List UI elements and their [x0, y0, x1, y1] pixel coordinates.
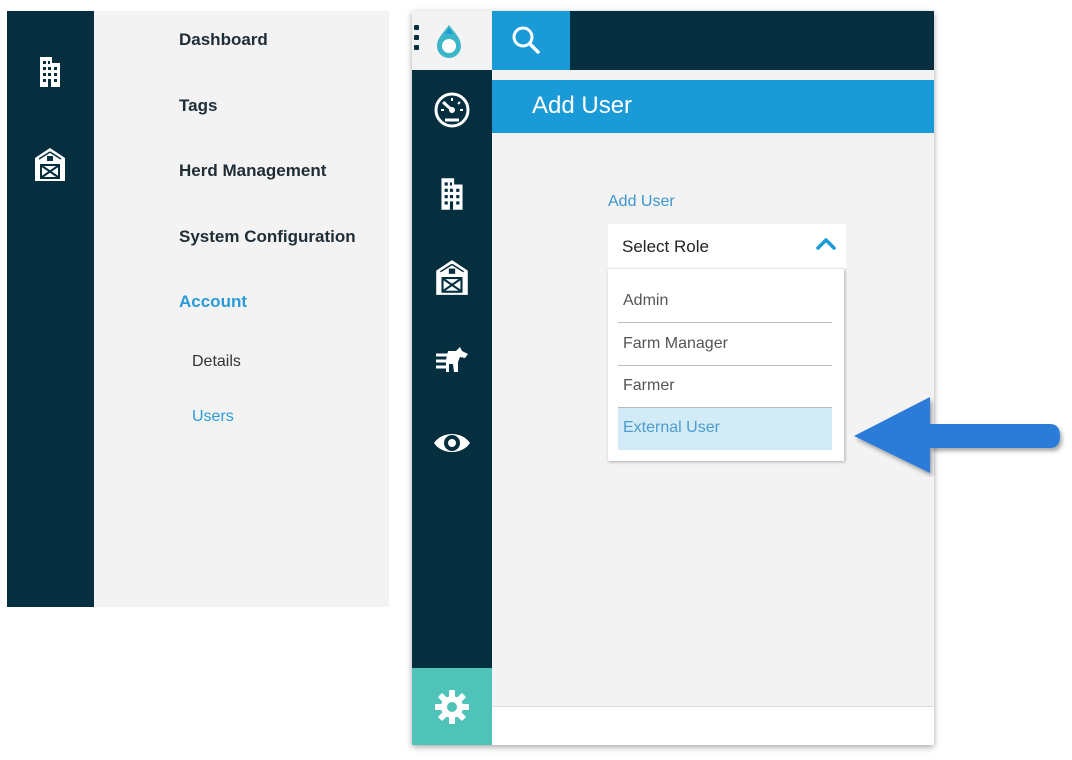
page-header: Add User	[492, 80, 934, 133]
role-option-label: Farmer	[623, 377, 675, 394]
building-icon[interactable]	[432, 174, 472, 214]
building-icon[interactable]	[31, 53, 69, 91]
nav-item-tags[interactable]: Tags	[179, 96, 217, 116]
role-option-label: Farm Manager	[623, 335, 728, 352]
search-button[interactable]	[492, 11, 570, 70]
side-rail	[412, 70, 492, 745]
nav-item-herd-management[interactable]: Herd Management	[179, 161, 326, 181]
add-user-form-label: Add User	[608, 193, 675, 210]
left-rail	[7, 11, 94, 607]
callout-arrow-icon	[854, 397, 1060, 473]
menu-dots-icon[interactable]	[414, 25, 420, 55]
role-option-farm-manager[interactable]: Farm Manager	[618, 324, 832, 366]
role-option-farmer[interactable]: Farmer	[618, 366, 832, 408]
search-icon	[512, 26, 540, 54]
settings-button[interactable]	[412, 668, 492, 745]
nav-item-account[interactable]: Account	[179, 292, 247, 312]
logo-area	[412, 11, 492, 70]
barn-icon[interactable]	[31, 145, 69, 183]
dashboard-gauge-icon[interactable]	[432, 90, 472, 130]
water-drop-logo-icon[interactable]	[432, 23, 466, 59]
role-option-admin[interactable]: Admin	[618, 281, 832, 323]
nav-sub-item-users[interactable]: Users	[192, 408, 234, 426]
role-options-list: Admin Farm Manager Farmer External User	[608, 269, 844, 461]
chevron-up-icon[interactable]	[816, 237, 836, 251]
role-option-external-user[interactable]: External User	[618, 408, 832, 450]
role-select-value: Select Role	[622, 237, 709, 256]
gear-icon	[435, 690, 469, 724]
left-nav-panel: Dashboard Tags Herd Management System Co…	[94, 11, 389, 607]
top-strip	[492, 70, 934, 80]
footer-strip	[492, 706, 934, 745]
role-option-label: External User	[623, 419, 720, 436]
nav-item-dashboard[interactable]: Dashboard	[179, 30, 268, 50]
role-select[interactable]: Select Role	[608, 224, 846, 268]
nav-item-system-configuration[interactable]: System Configuration	[179, 227, 356, 247]
role-option-label: Admin	[623, 292, 669, 309]
app-window: Add User Add User Select Role Admin Farm…	[412, 11, 934, 745]
eye-icon[interactable]	[432, 423, 472, 463]
page-title: Add User	[532, 92, 633, 119]
cow-transfer-icon[interactable]	[432, 340, 472, 380]
barn-icon[interactable]	[432, 257, 472, 297]
nav-sub-item-details[interactable]: Details	[192, 353, 241, 371]
